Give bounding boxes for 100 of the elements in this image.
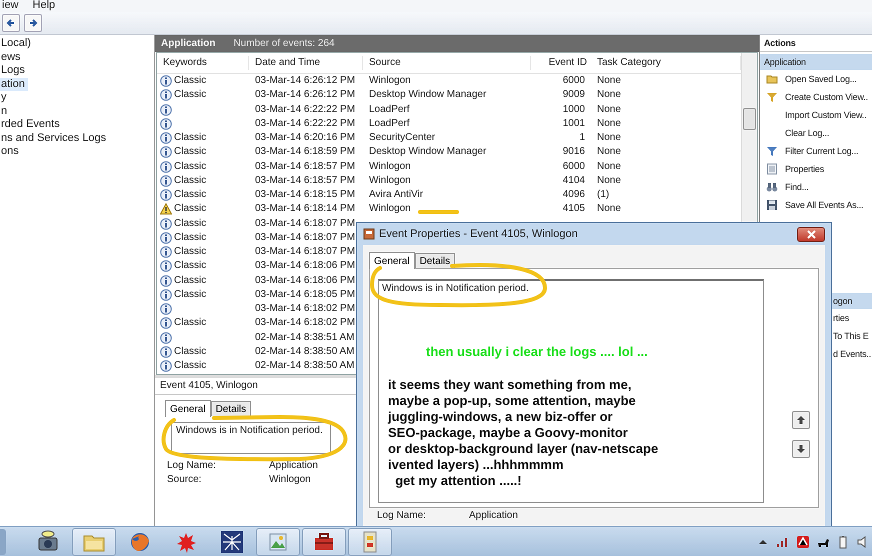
- tree-item[interactable]: ews: [0, 50, 24, 64]
- info-icon: [160, 346, 172, 358]
- table-cell-text: 02-Mar-14 8:38:50 AM: [254, 344, 354, 359]
- close-icon: [806, 230, 816, 238]
- table-cell-text: 03-Mar-14 6:26:12 PM: [254, 74, 356, 88]
- tab[interactable]: Details: [210, 401, 252, 416]
- tree-item[interactable]: ns and Services Logs: [0, 132, 110, 145]
- action-item[interactable]: Clear Log...: [760, 124, 872, 142]
- table-cell-text: 03-Mar-14 6:18:57 PM: [254, 174, 356, 188]
- action-item[interactable]: Filter Current Log...: [760, 142, 872, 160]
- info-icon: [160, 232, 172, 244]
- table-cell-text: 03-Mar-14 6:26:12 PM: [254, 88, 356, 102]
- tree-item[interactable]: n: [0, 104, 10, 118]
- column-header[interactable]: Keywords: [157, 56, 249, 70]
- table-cell-text: 03-Mar-14 6:18:07 PM: [254, 245, 356, 260]
- tree-item[interactable]: ons: [0, 145, 22, 158]
- column-header[interactable]: Event ID: [531, 56, 591, 70]
- tree-item[interactable]: y: [0, 91, 10, 104]
- action-item[interactable]: Open Saved Log...: [760, 70, 872, 88]
- info-icon: [160, 303, 172, 316]
- message-text: Windows is in Notification period.: [382, 283, 530, 294]
- binoculars-icon: [766, 181, 778, 193]
- table-cell-text: 03-Mar-14 6:18:07 PM: [254, 216, 356, 231]
- table-cell-text: None: [596, 160, 621, 174]
- info-icon: [160, 332, 172, 344]
- back-button[interactable]: [2, 14, 20, 32]
- table-cell-text: Winlogon: [368, 202, 411, 216]
- table-cell-text: Winlogon: [368, 160, 411, 174]
- action-item[interactable]: Properties: [760, 160, 872, 178]
- filter-icon: [766, 145, 778, 157]
- table-cell-text: LoadPerf: [368, 116, 410, 131]
- table-cell-text: 03-Mar-14 6:18:07 PM: [254, 230, 356, 245]
- table-cell-text: None: [596, 74, 621, 88]
- field-label: Log Name:: [167, 460, 217, 471]
- table-cell-text: SecurityCenter: [368, 131, 436, 146]
- table-cell-text: 03-Mar-14 6:18:57 PM: [254, 160, 356, 174]
- app-icon: [363, 228, 375, 240]
- table-cell: Classic: [174, 344, 206, 359]
- taskbar-button[interactable]: [302, 528, 346, 556]
- splat-icon: [177, 532, 196, 552]
- tree-item[interactable]: Local): [0, 37, 34, 50]
- next-button[interactable]: [792, 440, 810, 458]
- tab[interactable]: Details: [414, 253, 456, 268]
- table-cell-text: 03-Mar-14 6:18:14 PM: [254, 202, 356, 216]
- folder-icon: [84, 535, 104, 551]
- table-cell-text: 4105: [562, 202, 586, 216]
- info-icon: [160, 89, 172, 102]
- column-header[interactable]: Date and Time: [249, 56, 363, 70]
- table-cell-text: Avira AntiVir: [368, 188, 424, 202]
- forward-button[interactable]: [24, 14, 42, 32]
- start-button[interactable]: [0, 528, 6, 554]
- table-cell-text: None: [596, 116, 621, 131]
- table-cell-text: 1: [578, 131, 586, 146]
- table-cell: Classic: [174, 88, 206, 102]
- info-icon: [160, 218, 172, 230]
- table-cell-text: None: [596, 131, 621, 146]
- warning-icon: [160, 203, 172, 216]
- action-item[interactable]: Create Custom View..: [760, 88, 872, 106]
- highlight-scribble: [418, 210, 459, 214]
- table-cell-text: 03-Mar-14 6:18:06 PM: [254, 259, 356, 274]
- tree-item[interactable]: Logs: [0, 64, 28, 78]
- table-cell-text: LoadPerf: [368, 102, 410, 117]
- table-cell: Classic: [174, 274, 206, 288]
- table-cell-text: None: [596, 145, 621, 160]
- spider-icon: [221, 530, 243, 552]
- info-icon: [160, 274, 172, 287]
- properties-icon: [766, 163, 778, 175]
- menu-item[interactable]: Help: [30, 0, 58, 12]
- table-cell: Classic: [174, 259, 206, 274]
- table-cell-text: 6000: [562, 160, 586, 174]
- table-cell: Classic: [174, 359, 206, 374]
- action-item[interactable]: Import Custom View..: [760, 106, 872, 124]
- tree-item[interactable]: ation: [0, 78, 28, 91]
- field-label: Log Name:: [377, 510, 427, 521]
- table-cell: Classic: [174, 160, 206, 174]
- table-cell-text: Desktop Window Manager: [368, 88, 486, 102]
- table-cell-text: 9016: [562, 145, 586, 160]
- section-header: Application: [760, 54, 872, 70]
- forward-arrow-icon: [28, 18, 38, 28]
- menu-item[interactable]: iew: [0, 0, 21, 12]
- table-cell-text: 4096: [562, 188, 586, 202]
- table-cell-text: None: [596, 102, 621, 117]
- field-value: Winlogon: [269, 474, 311, 485]
- table-cell-text: 1001: [562, 116, 586, 131]
- table-cell-text: 1000: [562, 102, 586, 117]
- info-icon: [160, 75, 172, 88]
- actions-title: Actions: [760, 35, 872, 52]
- action-item[interactable]: Save All Events As...: [760, 196, 872, 214]
- tab[interactable]: General: [369, 252, 415, 269]
- tree-item[interactable]: rded Events: [0, 118, 63, 132]
- info-icon: [160, 260, 172, 272]
- action-item[interactable]: Find...: [760, 178, 872, 196]
- close-button[interactable]: [797, 226, 825, 242]
- previous-button[interactable]: [792, 411, 810, 429]
- info-icon: [160, 288, 172, 301]
- table-cell-text: 6000: [562, 74, 586, 88]
- tab[interactable]: General: [165, 400, 211, 417]
- info-icon: [160, 317, 172, 330]
- table-cell-text: 03-Mar-14 6:18:05 PM: [254, 288, 356, 302]
- column-header[interactable]: Source: [363, 56, 531, 70]
